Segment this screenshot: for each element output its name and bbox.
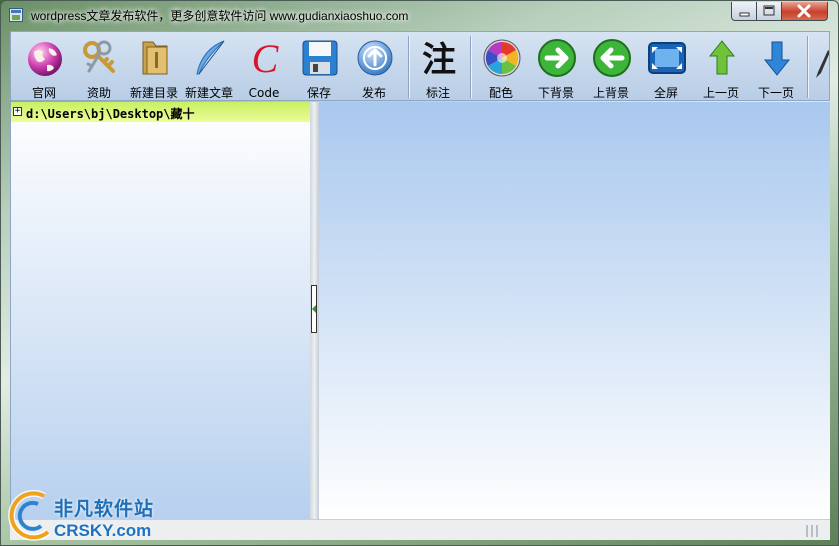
- upload-icon: [357, 40, 393, 76]
- watermark-text: 非凡软件站: [54, 498, 155, 520]
- resize-grip-icon[interactable]: [804, 524, 822, 537]
- previous-page-button[interactable]: 上一页: [694, 34, 748, 100]
- maximize-icon: [763, 5, 775, 16]
- folder-icon: [142, 41, 168, 75]
- arrow-up-icon: [708, 40, 736, 75]
- publish-button[interactable]: 发布: [347, 34, 401, 100]
- toolbar-separator: [807, 36, 808, 98]
- splitter-collapse-handle[interactable]: [311, 285, 317, 333]
- directory-tree[interactable]: + d:\Users\bj\Desktop\藏十: [10, 102, 311, 519]
- expand-toggle[interactable]: +: [13, 107, 22, 116]
- close-button[interactable]: [782, 2, 828, 21]
- minimize-icon: [739, 12, 750, 17]
- color-scheme-button[interactable]: 配色: [474, 34, 528, 100]
- keys-icon: [83, 40, 115, 73]
- toolbar: 官网 资助 新建目录 新建文章 C Code 保存 发布 注 标注 配色 下背景…: [10, 31, 830, 101]
- feather-icon: [196, 40, 225, 75]
- color-wheel-icon: [483, 39, 521, 77]
- watermark-subtext: CRSKY.com: [54, 521, 152, 540]
- arrow-down-icon: [763, 41, 791, 76]
- tree-root-node[interactable]: + d:\Users\bj\Desktop\藏十: [11, 102, 311, 122]
- close-icon: [797, 4, 811, 18]
- article-content-area[interactable]: [319, 102, 830, 519]
- annotate-icon: 注: [422, 40, 456, 78]
- save-button[interactable]: 保存: [292, 34, 346, 100]
- prev-background-button[interactable]: 上背景: [584, 34, 638, 100]
- window-title: wordpress文章发布软件，更多创意软件访问 www.gudianxiaos…: [31, 9, 409, 23]
- publish-label: 发布: [361, 86, 386, 100]
- fullscreen-button[interactable]: 全屏: [639, 34, 693, 100]
- arrow-right-icon: [538, 39, 576, 77]
- arrow-left-icon: [593, 39, 631, 77]
- globe-icon: [28, 42, 62, 76]
- app-window: wordpress文章发布软件，更多创意软件访问 www.gudianxiaos…: [0, 0, 839, 546]
- annotate-button[interactable]: 注 标注: [411, 34, 465, 100]
- fullscreen-icon: [648, 42, 686, 74]
- pen-icon[interactable]: [812, 46, 830, 82]
- donate-button[interactable]: 资助: [72, 34, 126, 100]
- next-page-label: 下一页: [757, 86, 794, 100]
- new-article-button[interactable]: 新建文章: [182, 34, 236, 100]
- code-button[interactable]: C Code: [237, 34, 291, 100]
- title-bar: wordpress文章发布软件，更多创意软件访问 www.gudianxiaos…: [1, 1, 838, 29]
- annotate-glyph: 注: [422, 40, 456, 78]
- app-icon: [9, 8, 23, 22]
- svg-text:C: C: [252, 38, 280, 78]
- website-button[interactable]: 官网: [17, 34, 71, 100]
- tree-root-path[interactable]: d:\Users\bj\Desktop\藏十: [26, 105, 195, 122]
- annotate-label: 标注: [425, 86, 450, 100]
- floppy-disk-icon: [302, 40, 338, 76]
- next-page-button[interactable]: 下一页: [749, 34, 803, 100]
- code-c-icon: C: [252, 38, 280, 78]
- collapse-left-icon: [312, 305, 316, 313]
- new-folder-button[interactable]: 新建目录: [127, 34, 181, 100]
- next-background-button[interactable]: 下背景: [529, 34, 583, 100]
- watermark: 非凡软件站 CRSKY.com: [0, 486, 160, 546]
- maximize-button[interactable]: [757, 2, 782, 21]
- minimize-button[interactable]: [731, 2, 757, 21]
- pane-splitter[interactable]: [310, 102, 319, 519]
- crsky-logo-icon: [8, 489, 51, 541]
